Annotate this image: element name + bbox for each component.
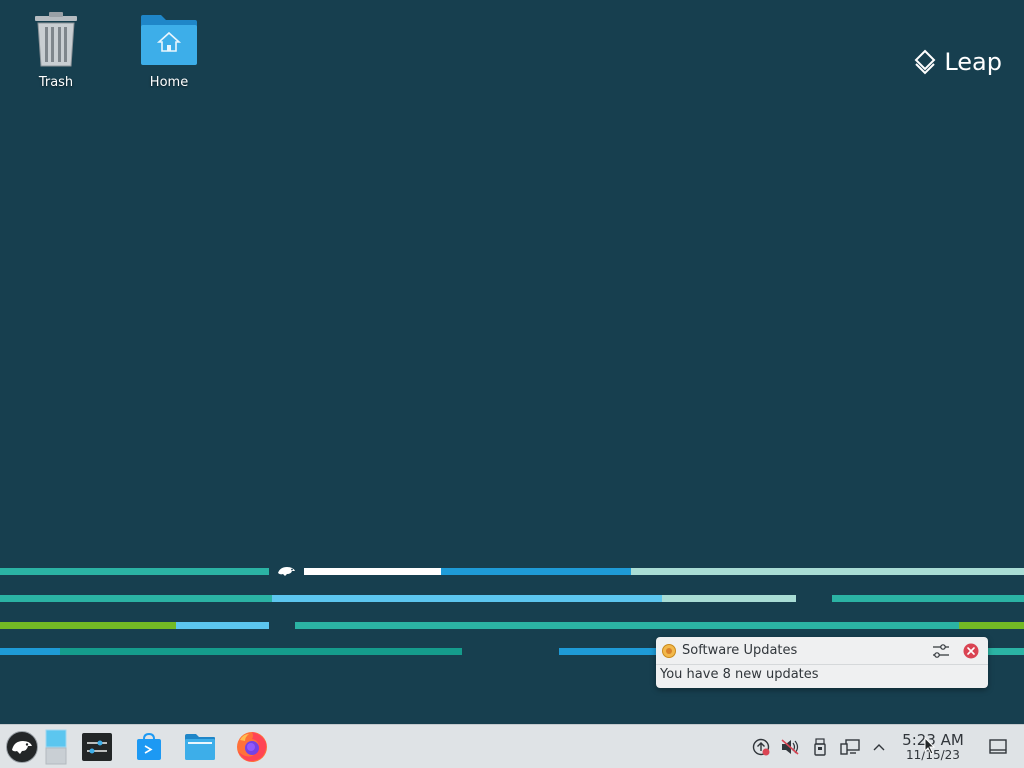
opensuse-chameleon-mark-icon [278,567,295,576]
stripe [60,648,462,655]
settings-sliders-icon [933,643,949,658]
usb-device-icon [814,738,826,756]
stripe [0,595,272,602]
tray-removable-devices[interactable] [810,737,830,757]
software-updates-notification[interactable]: Software Updates You have 8 new updates [656,637,988,688]
discover-button[interactable] [131,729,167,765]
stripe [832,595,1024,602]
stripe [985,648,1024,655]
tray-volume[interactable] [780,737,800,757]
taskbar: 5:23 AM 11/15/23 [0,724,1024,768]
stripe [176,622,269,629]
tray-expand-button[interactable] [869,737,889,757]
mouse-pointer-icon [924,737,936,755]
system-settings-icon [82,733,112,761]
leap-logo-text: Leap [944,48,1002,76]
virtual-desktop-pager[interactable] [40,729,72,765]
desktop-icon-trash[interactable]: Trash [11,10,101,90]
notification-body: You have 8 new updates [660,667,819,682]
stripe [295,622,959,629]
stripe [959,622,1024,629]
trash-label: Trash [38,75,74,90]
home-label: Home [149,75,189,90]
home-folder-icon [139,10,199,70]
opensuse-chameleon-icon [6,731,38,763]
firefox-button[interactable] [234,729,270,765]
virtual-desktop-pager-icon [45,729,67,765]
notification-title: Software Updates [682,643,798,658]
close-notification-button[interactable] [960,640,982,662]
stripe [0,568,269,575]
discover-store-icon [137,732,161,760]
updates-available-icon [752,738,770,756]
tray-network[interactable] [840,737,860,757]
show-desktop-icon [989,739,1007,754]
leap-logo: Leap [914,48,1002,76]
notification-header: Software Updates [656,637,988,665]
stripe [441,568,631,575]
desktop-icon-home[interactable]: Home [124,10,214,90]
network-wired-icon [840,739,860,755]
file-manager-icon [185,734,215,760]
tray-updates[interactable] [751,737,771,757]
close-icon [963,643,979,658]
stripe [0,622,176,629]
volume-muted-icon [781,739,799,755]
application-launcher-button[interactable] [4,729,40,765]
chevron-up-icon [873,744,885,751]
system-settings-button[interactable] [79,729,115,765]
stripe [304,568,441,575]
show-desktop-button[interactable] [988,737,1008,757]
stripe [662,595,796,602]
stripe [631,568,1024,575]
configure-notification-button[interactable] [930,640,952,662]
software-updates-icon [662,643,676,658]
trash-icon [26,10,86,70]
firefox-icon [237,732,267,762]
stripe [0,648,60,655]
dolphin-file-manager-button[interactable] [182,729,218,765]
leap-logo-icon [914,49,936,75]
stripe [272,595,662,602]
stripe [559,648,669,655]
